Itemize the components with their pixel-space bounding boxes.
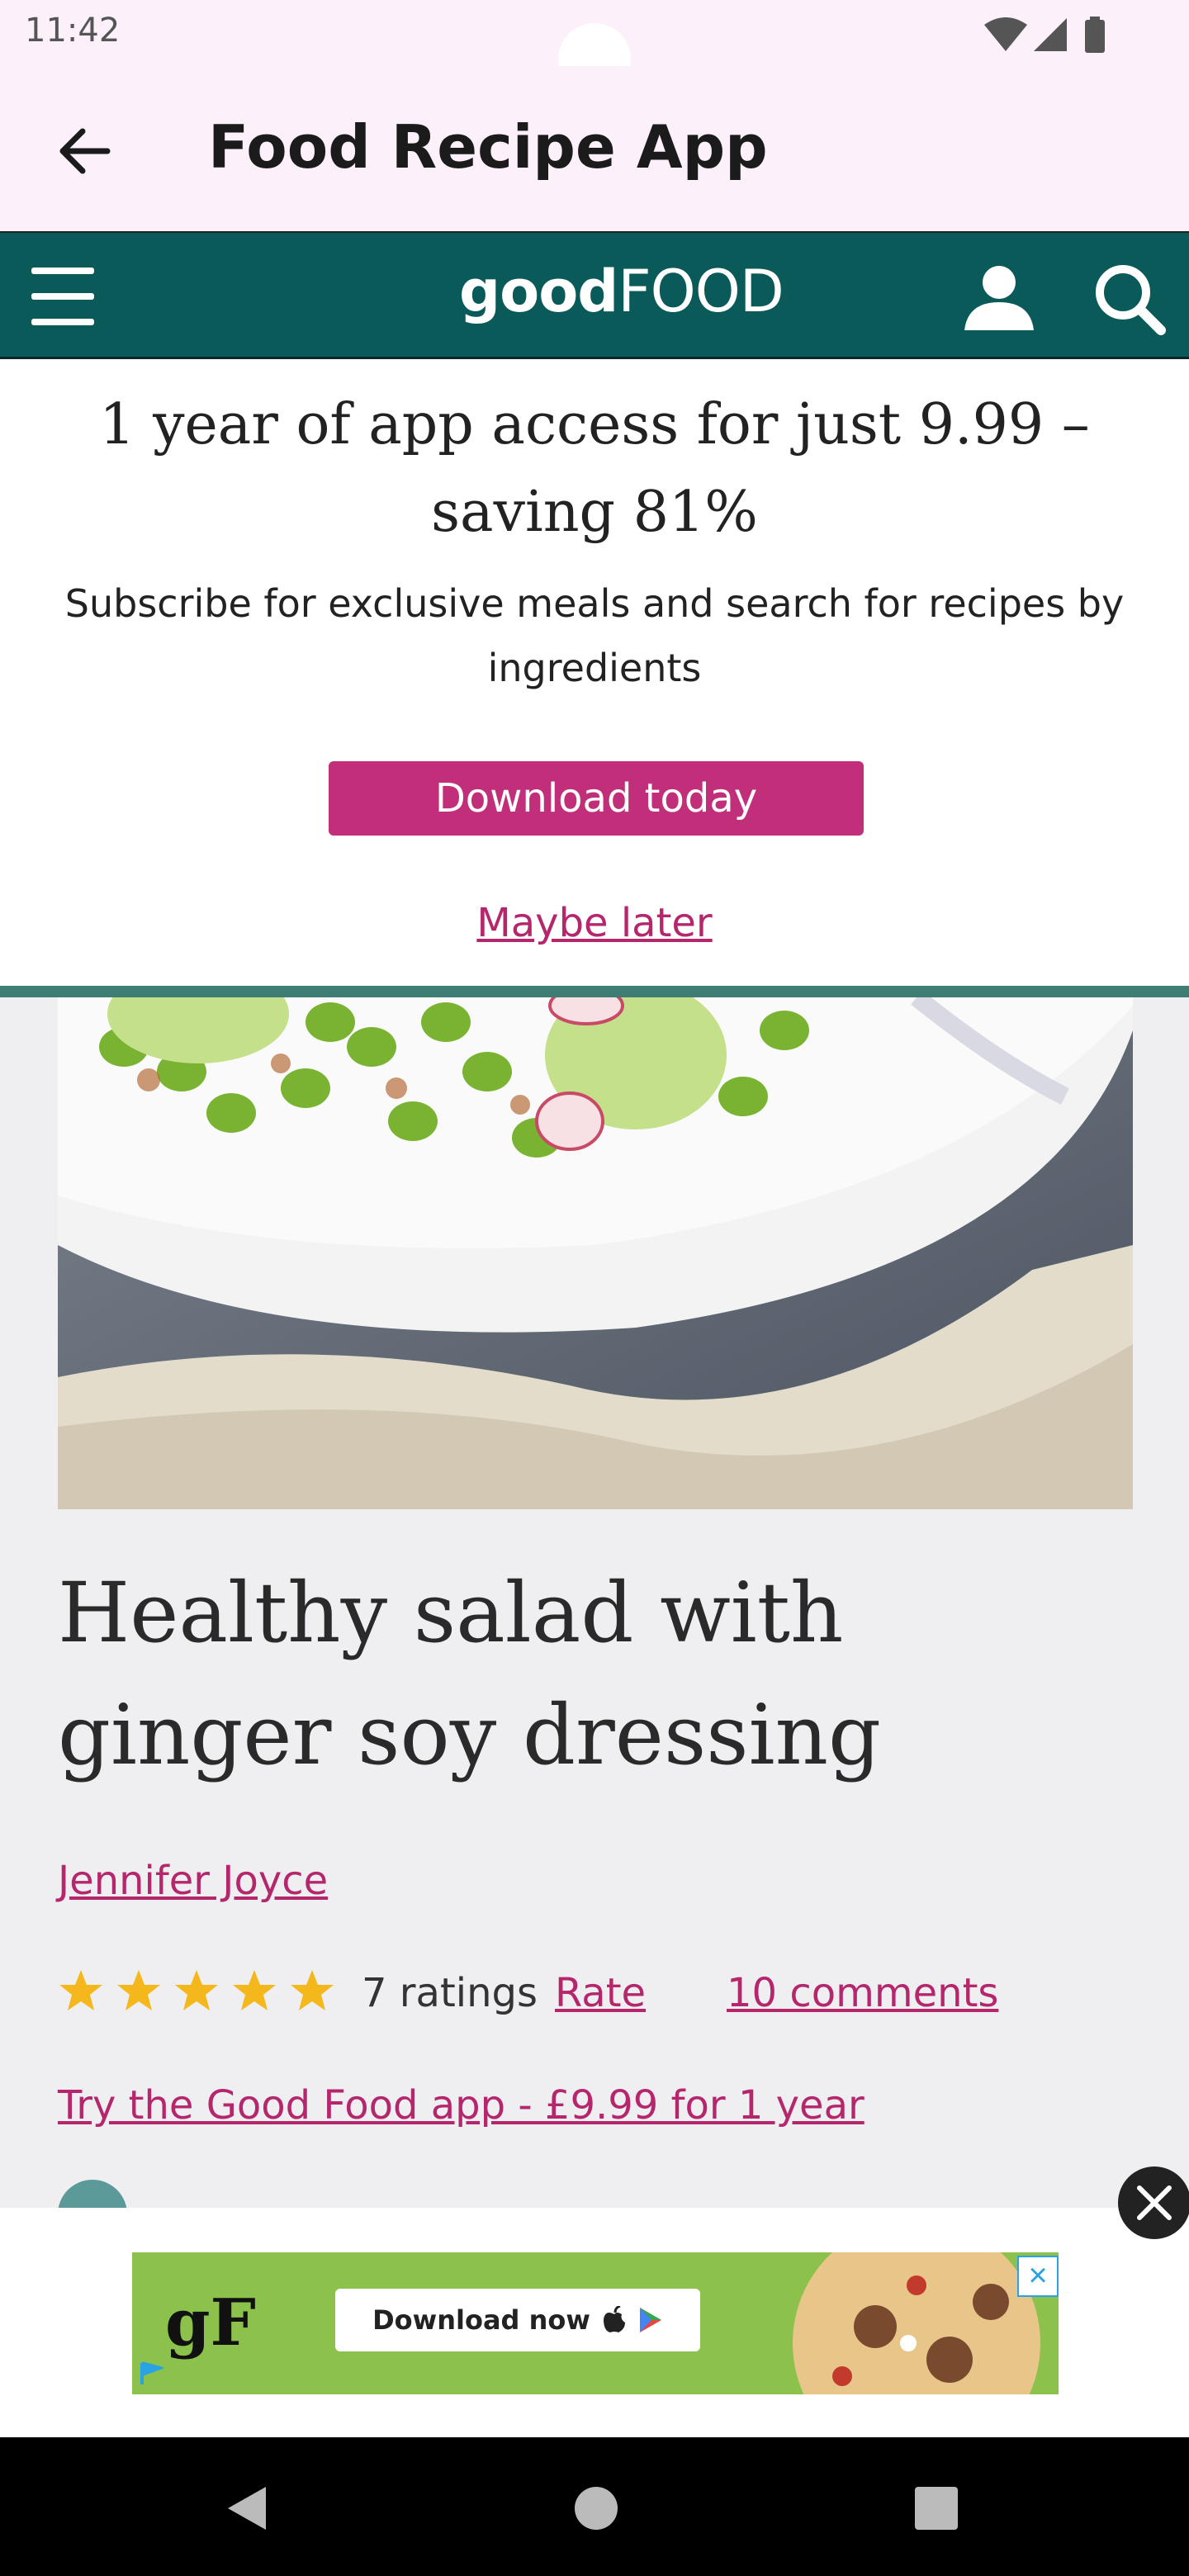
star-icon (175, 1970, 218, 2010)
star-icon (291, 1970, 334, 2010)
ad-info-icon[interactable] (139, 2361, 163, 2386)
recipe-photo (58, 997, 1133, 1509)
back-arrow-icon (59, 128, 111, 174)
back-button[interactable] (45, 117, 124, 185)
maybe-later-link[interactable]: Maybe later (0, 900, 1189, 946)
ad-close-button[interactable] (1118, 2166, 1189, 2239)
star-icon (233, 1970, 276, 2010)
logo-good: good (459, 258, 618, 325)
battery-icon (1085, 17, 1105, 53)
search-icon[interactable] (1090, 261, 1169, 335)
comments-link[interactable]: 10 comments (727, 1970, 998, 2016)
promo-divider (0, 986, 1189, 997)
user-icon[interactable] (961, 264, 1037, 330)
recipe-title: Healthy salad with ginger soy dressing (58, 1565, 882, 1783)
app-offer-link[interactable]: Try the Good Food app - £9.99 for 1 year (58, 2082, 865, 2129)
salad-image (58, 997, 1133, 1509)
logo-food: FOOD (618, 258, 784, 325)
nav-back-icon[interactable] (223, 2484, 269, 2533)
promo-headline: 1 year of app access for just 9.99 – sav… (99, 392, 1090, 545)
status-time: 11:42 (25, 12, 121, 50)
ad-download-now-button[interactable]: Download now (335, 2289, 700, 2351)
star-icon (117, 1970, 160, 2010)
ad-logo: gF (165, 2285, 256, 2361)
star-rating[interactable] (58, 1968, 335, 2013)
maybe-later-label: Maybe later (476, 900, 713, 946)
menu-icon[interactable] (30, 266, 96, 327)
ad-banner[interactable]: gF Download now × (132, 2252, 1059, 2394)
signal-icon (1034, 18, 1067, 51)
goodfood-logo[interactable]: goodFOOD (459, 258, 784, 325)
star-icon (59, 1970, 102, 2010)
ratings-count: 7 ratings (362, 1970, 538, 2016)
ad-food-image (793, 2252, 1040, 2394)
rate-link[interactable]: Rate (555, 1970, 646, 2016)
apple-icon (603, 2306, 625, 2332)
wifi-icon (984, 17, 1027, 51)
ad-dismiss-icon[interactable]: × (1017, 2256, 1059, 2297)
download-today-button[interactable]: Download today (329, 761, 864, 836)
promo-subtext: Subscribe for exclusive meals and search… (64, 581, 1125, 690)
app-title: Food Recipe App (208, 112, 768, 182)
close-icon (1137, 2185, 1172, 2220)
author-link[interactable]: Jennifer Joyce (58, 1858, 328, 1904)
play-store-icon (639, 2308, 661, 2332)
nav-recents-icon[interactable] (915, 2487, 958, 2530)
nav-home-icon[interactable] (573, 2485, 619, 2531)
ad-download-label: Download now (372, 2304, 590, 2336)
